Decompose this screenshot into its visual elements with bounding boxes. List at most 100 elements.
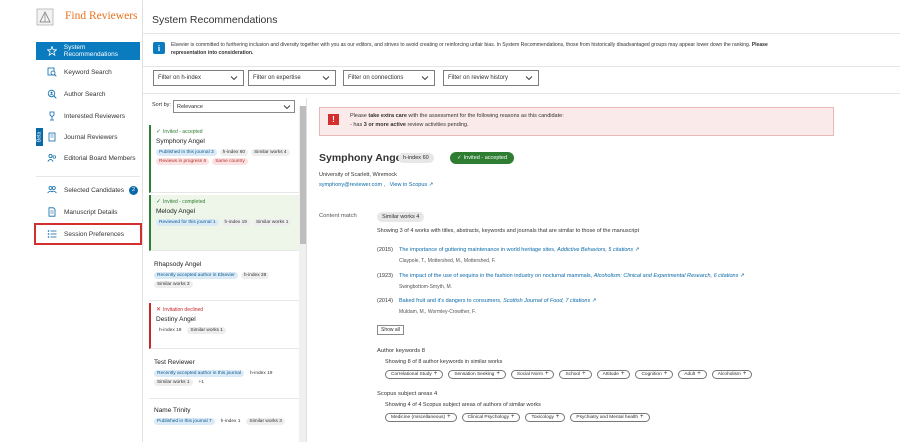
find-reviewers-app: Find Reviewers System Recommendations Ke… <box>0 0 900 442</box>
keyword-text: Attitude <box>602 372 619 377</box>
status-text: Invitation declined <box>163 306 204 313</box>
divider <box>143 33 900 34</box>
email-link[interactable]: symphony@reviewer.com , <box>319 182 385 188</box>
author-keywords-list: Correlational Study + Sensation Seeking + … <box>385 370 753 379</box>
tag: h-index 19 <box>221 219 250 226</box>
status-text: Invited - accepted <box>163 128 203 135</box>
subject-areas-title: Scopus subject areas 4 <box>377 391 438 397</box>
nav-label: Journal Reviewers <box>64 133 118 141</box>
similar-work-item: (2015) The importance of guttering mainte… <box>377 247 639 264</box>
filter-connections[interactable]: Filter on connections <box>343 70 435 86</box>
candidate-name: Rhapsody Angel <box>154 261 202 268</box>
work-title: The impact of the use of sequins in the … <box>399 273 594 279</box>
subject-area-chip[interactable]: Clinical Psychology + <box>461 413 521 422</box>
board-members-icon <box>45 151 59 165</box>
view-in-scopus-link[interactable]: View in Scopus ↗ <box>390 182 434 188</box>
tag-more[interactable]: +1 <box>196 379 207 386</box>
keyword-chip[interactable]: Social Norm + <box>510 370 555 379</box>
keyword-chip[interactable]: Adult + <box>678 370 707 379</box>
chevron-down-icon <box>525 76 533 81</box>
subject-area-text: Medicine (miscellaneous) <box>391 415 446 420</box>
nav-item-session-preferences[interactable]: Session Preferences <box>34 223 142 245</box>
chevron-down-icon <box>283 105 291 110</box>
work-year: (1923) <box>377 273 393 279</box>
keyword-chip[interactable]: Attitude + <box>596 370 631 379</box>
info-icon: i <box>153 42 165 54</box>
tag: h-index 19 <box>159 328 182 333</box>
nav-label: Author Search <box>64 90 106 98</box>
divider <box>143 66 900 67</box>
work-title-link[interactable]: The importance of guttering maintenance … <box>399 247 639 253</box>
status-pill: ✓ Invited - accepted <box>450 152 515 164</box>
alert-line2-bold: 3 or more active <box>363 122 406 128</box>
tag: Recently accepted author in Elsevier <box>154 272 238 279</box>
keyword-text: Sensation Seeking <box>454 372 495 377</box>
candidate-card[interactable]: ✓ Invited - completed Melody Angel Review… <box>149 195 299 251</box>
subject-area-chip[interactable]: Medicine (miscellaneous) + <box>385 413 457 422</box>
candidate-tags: Published in this journal 3 h-index 60 S… <box>156 149 299 165</box>
nav-item-journal-reviewers[interactable]: Journal Reviewers <box>36 128 140 146</box>
nav-label: Keyword Search <box>64 68 112 76</box>
filter-label: Filter on expertise <box>253 75 301 81</box>
keyword-chip[interactable]: Cognition + <box>635 370 674 379</box>
selected-count-badge: 2 <box>129 185 138 195</box>
tag: Similar works 3 <box>154 281 193 288</box>
candidate-tags: Reviewed for this journal 1 h-index 19 S… <box>156 219 299 226</box>
subject-areas-summary: Showing 4 of 4 Scopus subject areas of a… <box>385 402 541 408</box>
work-title-link[interactable]: The impact of the use of sequins in the … <box>399 273 744 279</box>
subject-area-chip[interactable]: Psychiatry and Mental health + <box>570 413 650 422</box>
work-authors: Muldam, M., Wormley-Crowther, F. <box>399 309 476 315</box>
sort-value: Relevance <box>177 103 203 110</box>
filter-review-history[interactable]: Filter on review history <box>443 70 539 86</box>
left-navigation: Find Reviewers System Recommendations Ke… <box>0 0 143 442</box>
candidate-tags: Recently accepted author in this journal… <box>154 370 299 386</box>
nav-item-selected-candidates[interactable]: Selected Candidates 2 <box>36 181 140 199</box>
nav-item-interested-reviewers[interactable]: Interested Reviewers <box>36 107 140 125</box>
candidate-card[interactable]: Name Trinity Published in this journal 7… <box>149 401 299 442</box>
affiliation: University of Scarlett, Wiremock <box>319 172 397 178</box>
subject-area-text: Psychiatry and Mental health <box>576 415 638 420</box>
divider <box>143 93 900 94</box>
candidate-card[interactable]: Rhapsody Angel Recently accepted author … <box>149 253 299 301</box>
nav-item-keyword-search[interactable]: Keyword Search <box>36 63 140 81</box>
keyword-text: Cognition <box>641 372 662 377</box>
candidate-tags: h-index 19 Similar works 1 <box>156 327 299 334</box>
tag: Same country <box>212 158 248 165</box>
candidate-card[interactable]: ✕ Invitation declined Destiny Angel h-ind… <box>149 303 299 349</box>
interested-reviewer-icon <box>45 109 59 123</box>
page-title: System Recommendations <box>152 14 278 26</box>
nav-label: Manuscript Details <box>64 208 118 216</box>
nav-item-author-search[interactable]: Author Search <box>36 85 140 103</box>
plus-icon: + <box>742 371 747 377</box>
manuscript-icon <box>45 205 59 219</box>
contact-line: symphony@reviewer.com , View in Scopus ↗ <box>319 182 433 188</box>
filter-label: Filter on review history <box>448 75 509 81</box>
status-text: Invited - completed <box>163 198 206 205</box>
show-all-button[interactable]: Show all <box>377 325 404 335</box>
author-keywords-summary: Showing 8 of 8 author keywords in simila… <box>385 359 503 365</box>
candidate-tags: Recently accepted author in Elsevier h-i… <box>154 272 299 288</box>
nav-label: System Recommendations <box>63 44 118 58</box>
tag: h-index 60 <box>219 149 249 156</box>
nav-item-system-recommendations[interactable]: System Recommendations <box>36 42 140 60</box>
work-title-link[interactable]: Baked fruit and it's dangers to consumer… <box>399 298 596 304</box>
candidate-card[interactable]: ✓ Invited - accepted Symphony Angel Publi… <box>149 125 299 193</box>
nav-item-manuscript-details[interactable]: Manuscript Details <box>36 203 140 221</box>
sort-select[interactable]: Relevance <box>173 100 295 113</box>
subject-area-chip[interactable]: Toxicology + <box>525 413 566 422</box>
keyword-chip[interactable]: School + <box>559 370 592 379</box>
alert-bold: take extra care <box>368 113 407 119</box>
keyword-chip[interactable]: Correlational Study + <box>385 370 444 379</box>
candidate-name: Melody Angel <box>156 208 196 215</box>
filter-h-index[interactable]: Filter on h-index <box>153 70 244 86</box>
keyword-chip[interactable]: Sensation Seeking + <box>448 370 506 379</box>
filter-expertise[interactable]: Filter on expertise <box>248 70 336 86</box>
candidate-detail-panel: ! Please take extra care with the assess… <box>315 98 900 442</box>
list-scrollbar-thumb[interactable] <box>300 106 306 244</box>
keyword-chip[interactable]: Alcoholism + <box>711 370 753 379</box>
author-keywords-title: Author keywords 8 <box>377 348 426 354</box>
candidate-name: Test Reviewer <box>154 359 195 366</box>
tag: Recently accepted author in this journal <box>154 370 244 377</box>
nav-item-editorial-board-members[interactable]: Editorial Board Members <box>36 149 140 167</box>
candidate-card[interactable]: Test Reviewer Recently accepted author i… <box>149 351 299 399</box>
